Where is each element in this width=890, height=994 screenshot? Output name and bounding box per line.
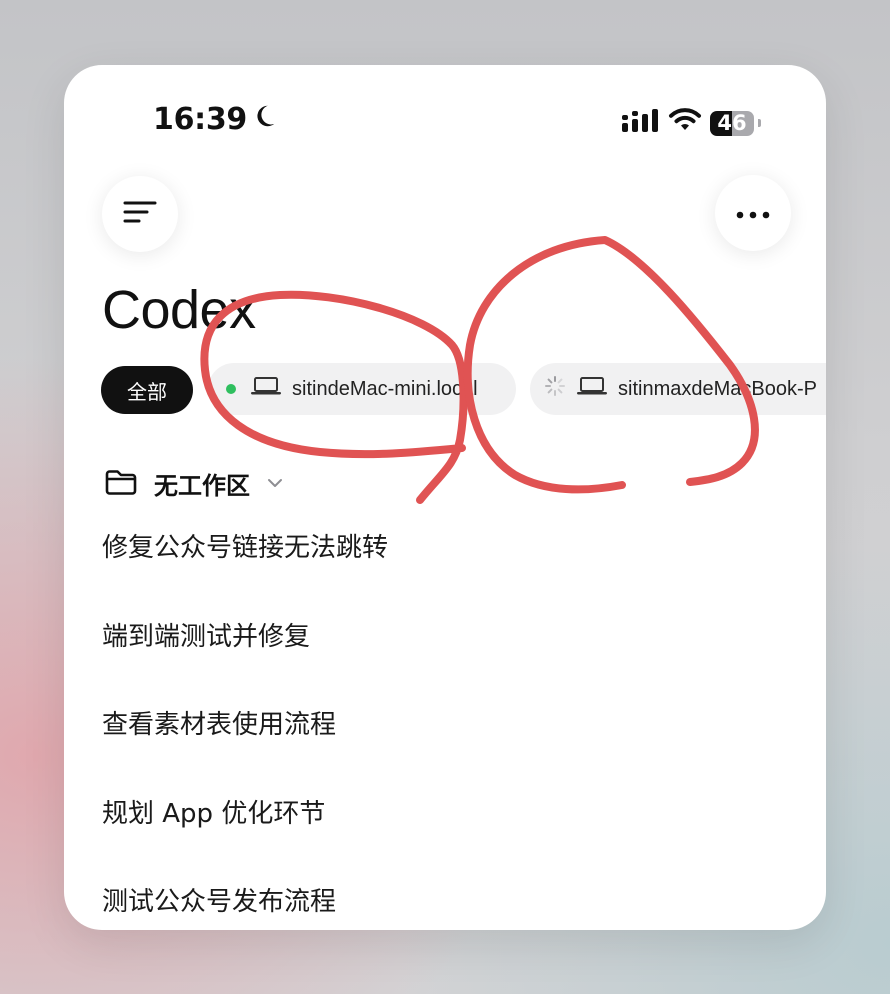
task-item[interactable]: 端到端测试并修复	[102, 624, 388, 713]
filter-chip-all[interactable]: 全部	[101, 366, 193, 414]
folder-icon	[104, 468, 138, 500]
device-name: sitinmaxdeMacBook-P	[618, 377, 817, 400]
more-button[interactable]	[715, 175, 791, 251]
filter-chip-device[interactable]: sitinmaxdeMacBook-P	[530, 363, 826, 415]
task-item[interactable]: 测试公众号发布流程	[102, 889, 388, 930]
device-name: sitindeMac-mini.local	[292, 377, 478, 400]
task-item[interactable]: 规划 App 优化环节	[102, 801, 388, 890]
menu-button[interactable]	[102, 176, 178, 252]
status-time: 16:39	[153, 102, 247, 137]
more-horizontal-icon	[736, 204, 770, 223]
laptop-icon	[250, 376, 292, 402]
task-item[interactable]: 修复公众号链接无法跳转	[102, 535, 388, 624]
chevron-down-icon	[266, 474, 284, 493]
page-title: Codex	[102, 280, 256, 340]
loading-spinner-icon	[544, 375, 576, 403]
battery-icon: 46	[710, 110, 761, 136]
workspace-label: 无工作区	[154, 472, 250, 500]
status-icons: 46	[622, 108, 761, 138]
menu-icon	[123, 200, 157, 228]
online-status-dot	[226, 384, 236, 394]
filter-chip-device[interactable]: sitindeMac-mini.local	[208, 363, 516, 415]
status-time-group: 16:39	[153, 102, 277, 137]
moon-icon	[251, 102, 277, 137]
battery-level: 46	[710, 110, 754, 136]
laptop-icon	[576, 376, 618, 402]
signal-icon	[622, 108, 660, 138]
workspace-selector[interactable]: 无工作区	[104, 466, 284, 501]
task-item[interactable]: 查看素材表使用流程	[102, 712, 388, 801]
task-list: 修复公众号链接无法跳转 端到端测试并修复 查看素材表使用流程 规划 App 优化…	[102, 535, 388, 930]
wifi-icon	[668, 108, 702, 138]
app-screen: 16:39 46 Codex 全部 sitindeMac-mini.local …	[64, 65, 826, 930]
